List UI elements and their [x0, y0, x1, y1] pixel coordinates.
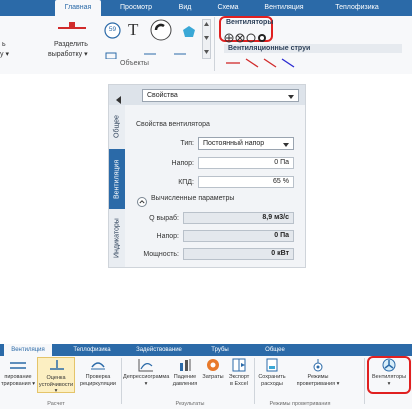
dial-icon[interactable]	[150, 19, 172, 41]
group-label-ventilation-modes: Режимы проветривания	[269, 401, 331, 407]
group-label-calculation: Расчет	[47, 401, 65, 407]
power-value: 0 кВт	[183, 248, 294, 260]
text-tool-icon[interactable]: T	[128, 20, 138, 40]
chevron-down-icon	[288, 94, 294, 99]
tab-ventilation[interactable]: Вентиляция	[4, 344, 52, 356]
node-number: 59	[108, 26, 117, 33]
objects-group-label: Объекты	[120, 60, 149, 67]
bottom-ribbon: Вентиляция Теплофизика Задействование Тр…	[0, 344, 412, 409]
properties-panel: Свойства Общее Вентиляция Индикаторы Сво…	[108, 84, 306, 268]
stability-button[interactable]: Оценка устойчивости ▾	[37, 357, 75, 394]
tab-thermophysics[interactable]: Теплофизика	[322, 0, 392, 16]
fans-gallery-title: Вентиляторы	[226, 19, 274, 26]
tab-general[interactable]: Общее	[254, 344, 296, 356]
ventilation-modes-button[interactable]: Режимы проветривания ▾	[295, 357, 341, 393]
export-excel-label: Экспорт в Excel	[228, 374, 250, 387]
clipped-label-2: у ▾	[0, 51, 9, 58]
vtab-indicators[interactable]: Индикаторы	[109, 209, 125, 267]
section-title: Свойства вентилятора	[136, 121, 210, 128]
panel-header: Свойства	[109, 85, 305, 105]
tab-scheme[interactable]: Схема	[208, 0, 248, 16]
q-value: 8,9 м3/с	[183, 212, 294, 224]
head-input[interactable]: 0 Па	[198, 157, 294, 169]
tab-home[interactable]: Главная	[55, 0, 101, 16]
gallery-scroll[interactable]	[202, 19, 211, 59]
recirculation-button[interactable]: Проверка рециркуляции	[78, 357, 118, 393]
top-ribbon: Главная Просмотр Вид Схема Вентиляция Те…	[0, 0, 412, 74]
chevron-down-icon	[283, 142, 289, 147]
save-flows-label: Сохранить расходы	[258, 374, 286, 387]
bottom-ribbon-tabbar: Вентиляция Теплофизика Задействование Тр…	[0, 344, 412, 356]
collapse-section-icon[interactable]	[137, 194, 147, 207]
q-label: Q выраб:	[149, 215, 179, 222]
collapse-arrow-icon[interactable]	[116, 91, 122, 104]
type-select-value: Постоянный напор	[203, 140, 265, 147]
tab-vid[interactable]: Вид	[166, 0, 204, 16]
ventilation-modes-label: Режимы проветривания ▾	[296, 374, 340, 387]
top-ribbon-tabbar: Главная Просмотр Вид Схема Вентиляция Те…	[0, 0, 412, 16]
vertical-tabs: Общее Вентиляция Индикаторы	[109, 105, 125, 267]
distribution-button[interactable]: пирование трирования ▾	[0, 357, 36, 393]
tab-involvement[interactable]: Задействование	[128, 344, 190, 356]
tab-view[interactable]: Просмотр	[111, 0, 161, 16]
type-select[interactable]: Постоянный напор	[198, 137, 294, 150]
stability-label: Оценка устойчивости ▾	[38, 375, 74, 394]
export-excel-button[interactable]: Экспорт в Excel	[225, 357, 253, 393]
vent-jets-gallery[interactable]	[224, 56, 304, 68]
tab-pipes[interactable]: Трубы	[200, 344, 240, 356]
ribbon-divider	[214, 17, 215, 71]
depression-diagram-button[interactable]: Депрессиограмма ▾	[123, 357, 169, 393]
head2-value: 0 Па	[183, 230, 294, 242]
costs-button[interactable]: Затраты	[201, 357, 225, 393]
recirculation-label: Проверка рециркуляции	[80, 374, 116, 387]
costs-label: Затраты	[202, 374, 224, 380]
tab-thermophysics[interactable]: Теплофизика	[66, 344, 118, 356]
head-label: Напор:	[171, 160, 194, 167]
node-number-icon[interactable]: 59	[104, 22, 121, 39]
objects-gallery-row2[interactable]	[104, 46, 200, 60]
head2-label: Напор:	[156, 233, 179, 240]
depression-diagram-label: Депрессиограмма ▾	[123, 374, 170, 387]
pressure-drop-label: Падение давления	[172, 374, 198, 387]
power-label: Мощность:	[143, 251, 179, 258]
tab-ventilation[interactable]: Вентиляция	[252, 0, 316, 16]
vtab-ventilation[interactable]: Вентиляция	[109, 149, 125, 209]
group-label-results: Результаты	[175, 401, 205, 407]
fans-button[interactable]: Вентиляторы ▾	[369, 358, 409, 392]
vtab-general[interactable]: Общее	[109, 105, 125, 149]
group-separator	[121, 358, 122, 404]
efficiency-input[interactable]: 65 %	[198, 176, 294, 188]
save-flows-button[interactable]: Сохранить расходы	[255, 357, 289, 393]
fans-label: Вентиляторы ▾	[371, 374, 407, 387]
pentagon-icon[interactable]	[182, 25, 196, 38]
clipped-label: ь	[2, 41, 6, 48]
split-branch-icon[interactable]	[52, 19, 92, 33]
vent-jets-title: Вентиляционные струи	[228, 45, 311, 52]
computed-title: Вычисленные параметры	[151, 195, 235, 202]
type-label: Тип:	[180, 140, 194, 147]
efficiency-label: КПД:	[178, 179, 194, 186]
object-selector[interactable]: Свойства	[142, 89, 299, 102]
fan-symbols-gallery[interactable]	[224, 30, 270, 43]
split-branch-label[interactable]: Разделить	[54, 41, 88, 48]
distribution-label: пирование трирования ▾	[0, 374, 36, 387]
pressure-drop-button[interactable]: Падение давления	[170, 357, 200, 393]
object-selector-value: Свойства	[147, 92, 178, 99]
group-separator	[364, 358, 365, 404]
split-branch-label-2[interactable]: выработку ▾	[48, 50, 88, 58]
